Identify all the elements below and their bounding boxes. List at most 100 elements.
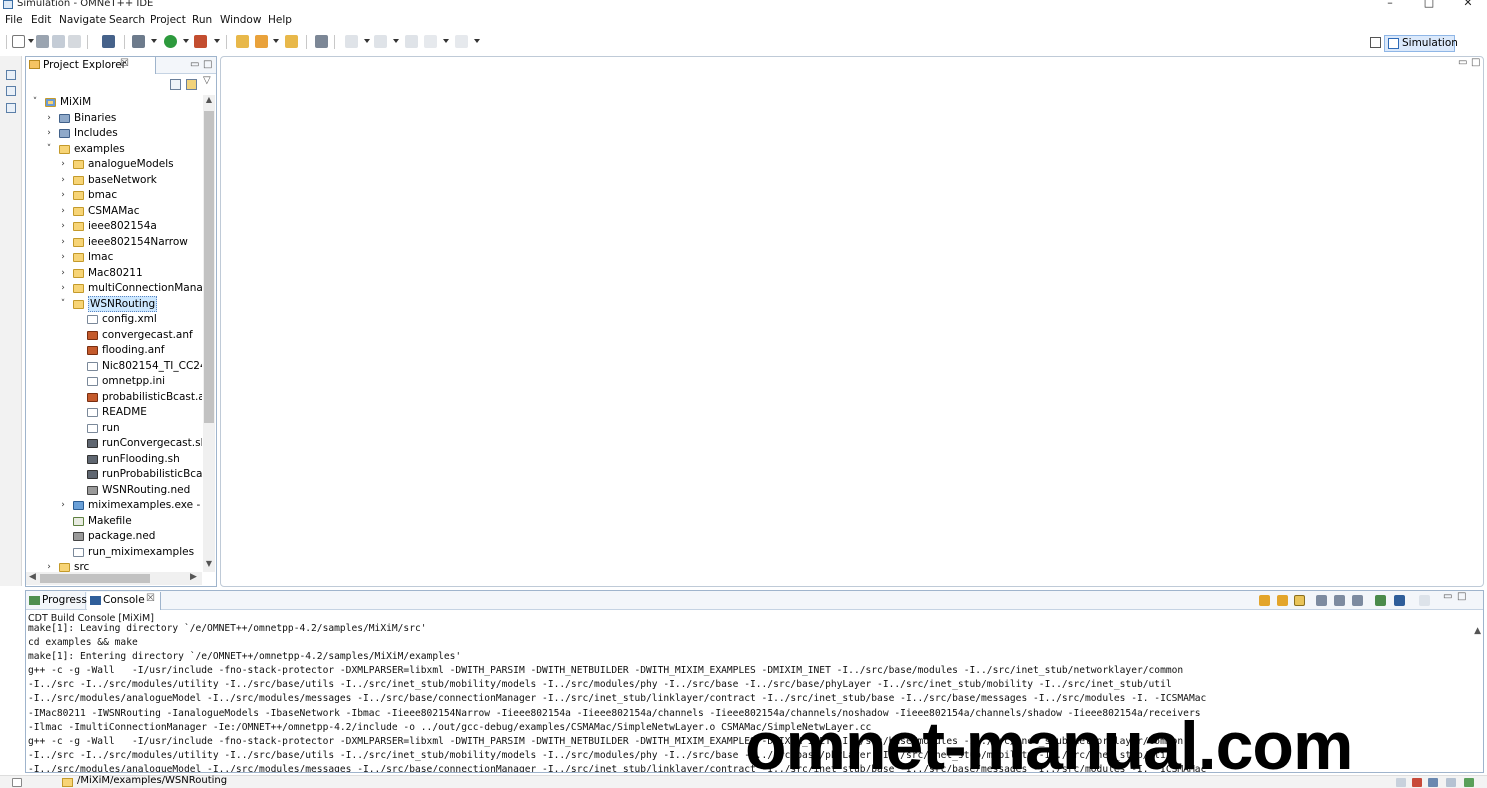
tree-vertical-scrollbar[interactable]: ▲ ▼ bbox=[203, 95, 215, 572]
tree-item[interactable]: › ieee802154a bbox=[26, 219, 202, 234]
tree-item[interactable]: probabilisticBcast.anf bbox=[26, 390, 202, 405]
tree-item[interactable]: › bmac bbox=[26, 188, 202, 203]
tab-console[interactable]: Console ☒ bbox=[87, 592, 161, 610]
maximize-view-icon[interactable]: □ bbox=[1457, 591, 1466, 602]
back-icon[interactable] bbox=[424, 35, 437, 48]
editor-area[interactable]: ▭ □ bbox=[220, 56, 1484, 587]
new-wizard-dropdown-icon[interactable] bbox=[273, 39, 279, 43]
tree-item[interactable]: ˅ MiXiM bbox=[26, 95, 202, 110]
menu-project[interactable]: Project bbox=[150, 14, 186, 26]
next-annotation-dropdown-icon[interactable] bbox=[364, 39, 370, 43]
tree-item[interactable]: runFlooding.sh bbox=[26, 452, 202, 467]
menu-file[interactable]: File bbox=[5, 14, 23, 26]
previous-annotation-icon[interactable] bbox=[374, 35, 387, 48]
tree-item[interactable]: › Binaries bbox=[26, 111, 202, 126]
open-type-icon[interactable] bbox=[285, 35, 298, 48]
build-icon[interactable] bbox=[102, 35, 115, 48]
chevron-right-icon[interactable]: › bbox=[58, 173, 68, 188]
next-annotation-icon[interactable] bbox=[345, 35, 358, 48]
last-edit-location-icon[interactable] bbox=[405, 35, 418, 48]
tree-item[interactable]: README bbox=[26, 405, 202, 420]
close-button[interactable]: ✕ bbox=[1457, 0, 1479, 9]
status-icon[interactable] bbox=[1428, 778, 1438, 787]
outline-icon[interactable] bbox=[6, 86, 16, 96]
status-icon[interactable] bbox=[1412, 778, 1422, 787]
module-hierarchy-icon[interactable] bbox=[6, 103, 16, 113]
tree-item[interactable]: › src bbox=[26, 560, 202, 572]
forward-dropdown-icon[interactable] bbox=[474, 39, 480, 43]
run-dropdown-icon[interactable] bbox=[183, 39, 189, 43]
menu-search[interactable]: Search bbox=[109, 14, 145, 26]
menu-window[interactable]: Window bbox=[220, 14, 261, 26]
chevron-down-icon[interactable]: ˅ bbox=[58, 297, 68, 312]
maximize-button[interactable]: □ bbox=[1418, 0, 1440, 9]
restore-icon[interactable] bbox=[6, 70, 16, 80]
save-all-icon[interactable] bbox=[52, 35, 65, 48]
chevron-right-icon[interactable]: › bbox=[58, 188, 68, 203]
pin-console-icon[interactable] bbox=[1352, 595, 1363, 606]
view-menu-icon[interactable]: ▽ bbox=[203, 75, 211, 86]
open-folder-icon[interactable] bbox=[236, 35, 249, 48]
lock-icon[interactable] bbox=[1294, 595, 1305, 606]
profile-icon[interactable] bbox=[194, 35, 207, 48]
close-tab-icon[interactable]: ☒ bbox=[146, 593, 155, 604]
tab-project-explorer[interactable]: Project Explorer ☒ bbox=[26, 57, 156, 74]
scroll-down-icon[interactable]: ▼ bbox=[203, 559, 215, 568]
chevron-right-icon[interactable]: › bbox=[44, 126, 54, 141]
tree-item[interactable]: Nic802154_TI_CC2420 bbox=[26, 359, 202, 374]
new-console-icon[interactable] bbox=[1419, 595, 1430, 606]
open-task-icon[interactable] bbox=[315, 35, 328, 48]
tree-item[interactable]: WSNRouting.ned bbox=[26, 483, 202, 498]
tree-item[interactable]: › analogueModels bbox=[26, 157, 202, 172]
previous-annotation-dropdown-icon[interactable] bbox=[393, 39, 399, 43]
chevron-right-icon[interactable]: › bbox=[44, 111, 54, 126]
chevron-right-icon[interactable]: › bbox=[58, 281, 68, 296]
status-icon[interactable] bbox=[1464, 778, 1474, 787]
debug-icon[interactable] bbox=[132, 35, 145, 48]
tree-item[interactable]: omnetpp.ini bbox=[26, 374, 202, 389]
scroll-up-icon[interactable]: ▲ bbox=[203, 95, 215, 104]
chevron-down-icon[interactable]: ˅ bbox=[44, 142, 54, 157]
fast-view-icon[interactable] bbox=[12, 778, 22, 787]
chevron-right-icon[interactable]: › bbox=[58, 266, 68, 281]
back-dropdown-icon[interactable] bbox=[443, 39, 449, 43]
scroll-lock-up-icon[interactable] bbox=[1277, 595, 1288, 606]
tree-item[interactable]: run bbox=[26, 421, 202, 436]
minimize-view-icon[interactable]: ▭ bbox=[190, 59, 199, 70]
minimize-button[interactable]: – bbox=[1379, 0, 1401, 9]
close-tab-icon[interactable]: ☒ bbox=[120, 58, 129, 69]
minimize-editor-icon[interactable]: ▭ bbox=[1458, 57, 1467, 68]
tree-item[interactable]: config.xml bbox=[26, 312, 202, 327]
minimize-view-icon[interactable]: ▭ bbox=[1443, 591, 1452, 602]
scroll-thumb[interactable] bbox=[40, 574, 150, 583]
tree-item[interactable]: run_miximexamples bbox=[26, 545, 202, 560]
tree-item[interactable]: › CSMAMac bbox=[26, 204, 202, 219]
chevron-right-icon[interactable]: › bbox=[58, 498, 68, 513]
scroll-thumb[interactable] bbox=[204, 111, 214, 423]
display-console-icon[interactable] bbox=[1394, 595, 1405, 606]
chevron-right-icon[interactable]: › bbox=[44, 560, 54, 572]
new-icon[interactable] bbox=[12, 35, 25, 48]
tree-horizontal-scrollbar[interactable]: ◀ ▶ bbox=[26, 572, 202, 585]
tab-progress[interactable]: Progress bbox=[26, 592, 87, 610]
tree-item[interactable]: › Mac80211 bbox=[26, 266, 202, 281]
tree-item[interactable]: › Includes bbox=[26, 126, 202, 141]
tree-item[interactable]: package.ned bbox=[26, 529, 202, 544]
run-icon[interactable] bbox=[164, 35, 177, 48]
link-with-editor-icon[interactable] bbox=[186, 79, 197, 90]
tree-item[interactable]: Makefile bbox=[26, 514, 202, 529]
menu-navigate[interactable]: Navigate bbox=[59, 14, 106, 26]
tree-item[interactable]: convergecast.anf bbox=[26, 328, 202, 343]
scroll-lock-down-icon[interactable] bbox=[1259, 595, 1270, 606]
perspective-simulation-button[interactable]: Simulation bbox=[1384, 35, 1458, 52]
tree-item[interactable]: › multiConnectionManager bbox=[26, 281, 202, 296]
menu-run[interactable]: Run bbox=[192, 14, 212, 26]
maximize-editor-icon[interactable]: □ bbox=[1471, 57, 1480, 68]
tree-item[interactable]: › baseNetwork bbox=[26, 173, 202, 188]
print-icon[interactable] bbox=[68, 35, 81, 48]
tree-item[interactable]: › lmac bbox=[26, 250, 202, 265]
new-dropdown-icon[interactable] bbox=[28, 39, 34, 43]
chevron-right-icon[interactable]: › bbox=[58, 157, 68, 172]
scroll-up-icon[interactable]: ▲ bbox=[1474, 626, 1481, 636]
clear-console-icon[interactable] bbox=[1316, 595, 1327, 606]
